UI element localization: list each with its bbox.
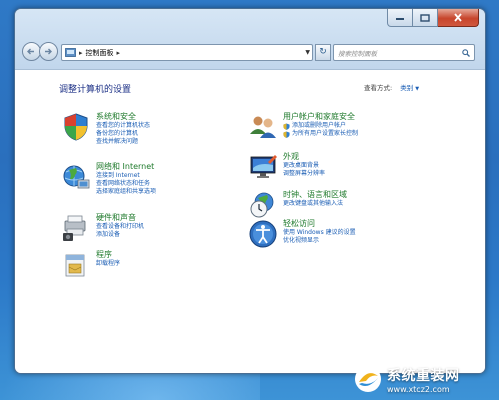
category-title[interactable]: 系统和安全 <box>96 112 150 122</box>
forward-arrow-icon <box>45 48 52 55</box>
category-title[interactable]: 外观 <box>283 152 325 162</box>
search-icon[interactable] <box>462 48 470 57</box>
search-input[interactable]: 搜索控制面板 <box>333 44 475 61</box>
link-view-status[interactable]: 查看您的计算机状态 <box>96 122 150 130</box>
maximize-button[interactable] <box>413 9 438 27</box>
window-controls <box>387 9 479 27</box>
minimize-button[interactable] <box>387 9 413 27</box>
link-change-keyboard[interactable]: 更改键盘或其他输入法 <box>283 200 347 208</box>
uac-shield-icon <box>283 122 290 130</box>
clock-language-icon[interactable] <box>248 190 278 220</box>
ease-of-access-icon[interactable] <box>248 219 278 249</box>
breadcrumb-chevron-icon[interactable]: ▸ <box>117 49 121 57</box>
category-title[interactable]: 轻松访问 <box>283 219 356 229</box>
forward-button[interactable] <box>39 42 58 61</box>
back-arrow-icon <box>27 48 34 55</box>
watermark-logo-icon <box>355 366 381 392</box>
uac-shield-icon <box>283 130 290 138</box>
link-backup[interactable]: 备份您的计算机 <box>96 130 150 138</box>
category-title[interactable]: 时钟、语言和区域 <box>283 190 347 200</box>
link-add-remove-accounts[interactable]: 添加或删除用户帐户 <box>283 122 358 130</box>
category-title[interactable]: 硬件和声音 <box>96 213 144 223</box>
close-icon <box>454 13 462 22</box>
maximize-icon <box>420 13 430 22</box>
page-title: 调整计算机的设置 <box>59 85 132 95</box>
link-optimize-display[interactable]: 优化视频显示 <box>283 237 356 245</box>
link-connect-internet[interactable]: 连接到 Internet <box>96 172 156 180</box>
category-ease-of-access: 轻松访问 使用 Windows 建议的设置 优化视频显示 <box>248 219 356 249</box>
link-recommended-settings[interactable]: 使用 Windows 建议的设置 <box>283 229 356 237</box>
address-bar[interactable]: ▸ 控制面板 ▸ ▼ <box>61 44 313 61</box>
search-placeholder: 搜索控制面板 <box>338 49 377 58</box>
category-title[interactable]: 用户帐户和家庭安全 <box>283 112 358 122</box>
category-hardware-sound: 硬件和声音 查看设备和打印机 添加设备 <box>61 213 144 243</box>
link-text: 添加或删除用户帐户 <box>292 122 347 129</box>
chevron-down-icon[interactable]: ▼ <box>415 86 419 92</box>
category-network: 网络和 Internet 连接到 Internet 查看网络状态和任务 选择家庭… <box>61 162 156 196</box>
watermark-name: 系统重装网 <box>387 367 460 384</box>
control-panel-window: ▸ 控制面板 ▸ ▼ ↻ 搜索控制面板 调整计算机的设置 查看方式:类别▼ <box>14 8 486 374</box>
title-bar: ▸ 控制面板 ▸ ▼ ↻ 搜索控制面板 <box>15 9 485 69</box>
link-network-status[interactable]: 查看网络状态和任务 <box>96 180 156 188</box>
watermark-url: www.xtcz2.com <box>387 384 450 394</box>
minimize-icon <box>396 17 404 20</box>
hardware-sound-icon[interactable] <box>61 213 91 243</box>
site-watermark: 系统重装网 www.xtcz2.com <box>353 358 499 400</box>
link-screen-resolution[interactable]: 调整屏幕分辨率 <box>283 170 325 178</box>
link-devices-printers[interactable]: 查看设备和打印机 <box>96 223 144 231</box>
appearance-icon[interactable] <box>248 152 278 182</box>
category-appearance: 外观 更改桌面背景 调整屏幕分辨率 <box>248 152 325 182</box>
system-security-icon[interactable] <box>61 112 91 142</box>
category-system-security: 系统和安全 查看您的计算机状态 备份您的计算机 查找并解决问题 <box>61 112 150 146</box>
category-clock-language: 时钟、语言和区域 更改键盘或其他输入法 <box>248 190 347 220</box>
link-parental-controls[interactable]: 为所有用户设置家长控制 <box>283 130 358 138</box>
category-title[interactable]: 程序 <box>96 250 120 260</box>
programs-icon[interactable] <box>61 250 91 280</box>
link-add-device[interactable]: 添加设备 <box>96 231 144 239</box>
breadcrumb[interactable]: 控制面板 <box>86 48 114 58</box>
address-dropdown-icon[interactable]: ▼ <box>305 49 310 56</box>
link-text: 为所有用户设置家长控制 <box>292 130 359 137</box>
main-content: 调整计算机的设置 查看方式: 类别 ▼ 系统和安全 查看您的计算机状态 备份您的计算… <box>15 69 485 373</box>
link-desktop-background[interactable]: 更改桌面背景 <box>283 162 325 170</box>
close-button[interactable] <box>438 9 479 27</box>
refresh-button[interactable]: ↻ <box>315 44 331 61</box>
breadcrumb-separator-icon: ▸ <box>79 48 83 57</box>
link-homegroup[interactable]: 选择家庭组和共享选项 <box>96 188 156 196</box>
category-title[interactable]: 网络和 Internet <box>96 162 156 172</box>
control-panel-icon <box>65 48 76 57</box>
view-by-dropdown[interactable]: 类别 <box>400 84 413 92</box>
view-by-label: 查看方式: <box>364 84 393 92</box>
link-uninstall[interactable]: 卸载程序 <box>96 260 120 268</box>
user-accounts-icon[interactable] <box>248 112 278 142</box>
network-icon[interactable] <box>61 162 91 192</box>
view-by: 查看方式: 类别 ▼ <box>364 82 419 92</box>
category-user-accounts: 用户帐户和家庭安全 添加或删除用户帐户 为所有用户设置家长控制 <box>248 112 358 142</box>
category-programs: 程序 卸载程序 <box>61 250 120 280</box>
refresh-icon: ↻ <box>319 47 327 57</box>
link-troubleshoot[interactable]: 查找并解决问题 <box>96 138 150 146</box>
